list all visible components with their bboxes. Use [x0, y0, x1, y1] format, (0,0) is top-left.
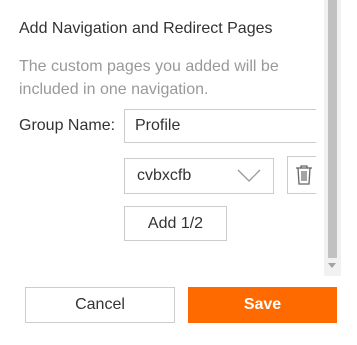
vertical-scrollbar[interactable] — [324, 0, 341, 276]
group-name-input[interactable] — [124, 109, 316, 143]
cancel-button[interactable]: Cancel — [25, 287, 175, 323]
dialog-description: The custom pages you added will be inclu… — [19, 58, 279, 98]
chevron-down-icon — [237, 169, 261, 182]
group-name-label: Group Name: — [19, 117, 116, 134]
page-select-value: cvbxcfb — [137, 167, 192, 184]
page-select[interactable]: cvbxcfb — [124, 158, 274, 194]
save-button[interactable]: Save — [188, 287, 337, 323]
dialog-title: Add Navigation and Redirect Pages — [19, 20, 273, 37]
dialog-content: Add Navigation and Redirect Pages The cu… — [0, 0, 316, 276]
trash-icon — [296, 165, 312, 185]
scroll-down-arrow-icon[interactable] — [328, 263, 336, 268]
delete-page-button[interactable] — [287, 156, 316, 194]
scrollbar-thumb[interactable] — [328, 0, 337, 258]
add-page-button[interactable]: Add 1/2 — [124, 206, 227, 241]
